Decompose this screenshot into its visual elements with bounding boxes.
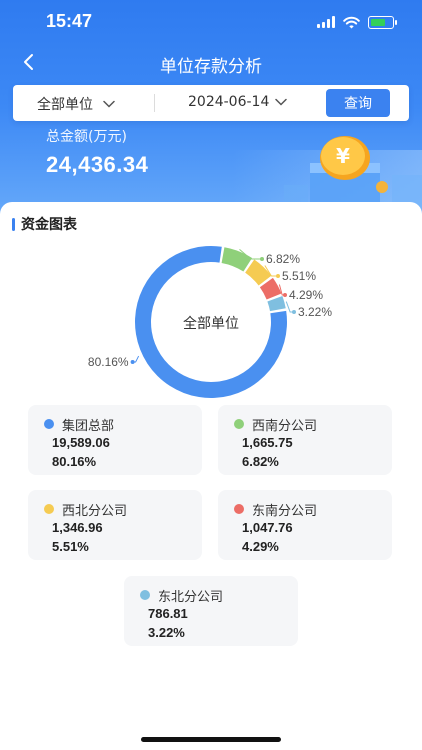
slice-percent-label: 80.16% <box>88 355 129 369</box>
legend-name: 东北分公司 <box>158 590 224 605</box>
legend-amount: 786.81 <box>148 606 188 621</box>
date-select[interactable]: 2024-06-14 <box>188 94 288 110</box>
chevron-down-icon <box>103 100 115 108</box>
legend-dot <box>140 590 150 600</box>
donut-chart: 80.16% 6.82% 5.51% 4.29% 3.22% 全部单位 <box>88 245 332 398</box>
legend-percent: 6.82% <box>242 454 279 469</box>
legend-amount: 1,047.76 <box>242 520 293 535</box>
status-bar: 15:47 <box>0 0 422 44</box>
leader-dot <box>260 257 264 261</box>
home-indicator <box>141 737 281 742</box>
leader-dot <box>292 310 296 314</box>
legend-name: 集团总部 <box>62 419 115 434</box>
legend-percent: 5.51% <box>52 539 89 554</box>
battery-icon <box>368 15 397 29</box>
legend-dot <box>44 419 54 429</box>
legend-percent: 3.22% <box>148 625 185 640</box>
legend-card[interactable]: 东南分公司 1,047.76 4.29% <box>218 490 392 560</box>
legend-percent: 4.29% <box>242 539 279 554</box>
filter-bar: 全部单位 2024-06-14 查询 <box>13 85 409 121</box>
legend-amount: 1,346.96 <box>52 520 103 535</box>
legend-amount: 19,589.06 <box>52 435 110 450</box>
wifi-icon <box>343 16 360 28</box>
chevron-down-icon <box>275 98 288 106</box>
legend-dot <box>234 419 244 429</box>
legend-dot <box>44 504 54 514</box>
legend-name: 西北分公司 <box>62 504 128 519</box>
status-icons <box>317 15 397 29</box>
legend-card[interactable]: 东北分公司 786.81 3.22% <box>124 576 298 646</box>
legend-name: 东南分公司 <box>252 504 318 519</box>
legend-card[interactable]: 西南分公司 1,665.75 6.82% <box>218 405 392 475</box>
slice-percent-label: 4.29% <box>289 288 323 302</box>
signal-icon <box>317 16 335 28</box>
chart-card: 资金图表 80.16% 6.82% 5.51% 4.29% 3.22% 全部单位 集团总… <box>0 202 422 750</box>
unit-select-value: 全部单位 <box>37 97 93 113</box>
leader-dot <box>130 360 135 365</box>
unit-select[interactable]: 全部单位 <box>37 94 115 114</box>
legend-percent: 80.16% <box>52 454 97 469</box>
total-amount-label: 总金额(万元) <box>46 129 127 145</box>
legend-card[interactable]: 西北分公司 1,346.96 5.51% <box>28 490 202 560</box>
donut-slice[interactable] <box>267 295 286 312</box>
filter-divider <box>154 94 155 112</box>
legend-card[interactable]: 集团总部 19,589.06 80.16% <box>28 405 202 475</box>
navbar: 单位存款分析 <box>0 44 422 80</box>
legend-amount: 1,665.75 <box>242 435 293 450</box>
legend-name: 西南分公司 <box>252 419 318 434</box>
slice-percent-label: 3.22% <box>298 305 332 319</box>
slice-percent-label: 6.82% <box>266 252 300 266</box>
total-amount-value: 24,436.34 <box>46 152 149 177</box>
donut-center-label: 全部单位 <box>183 315 239 332</box>
date-select-value: 2024-06-14 <box>188 94 270 110</box>
donut-slice[interactable] <box>221 247 253 272</box>
yen-symbol: ¥ <box>336 144 350 168</box>
status-time: 15:47 <box>46 11 93 31</box>
query-button[interactable]: 查询 <box>326 89 390 117</box>
page-title: 单位存款分析 <box>160 57 262 77</box>
legend-dot <box>234 504 244 514</box>
slice-percent-label: 5.51% <box>282 269 316 283</box>
leader-dot <box>276 274 280 278</box>
leader-dot <box>283 293 287 297</box>
